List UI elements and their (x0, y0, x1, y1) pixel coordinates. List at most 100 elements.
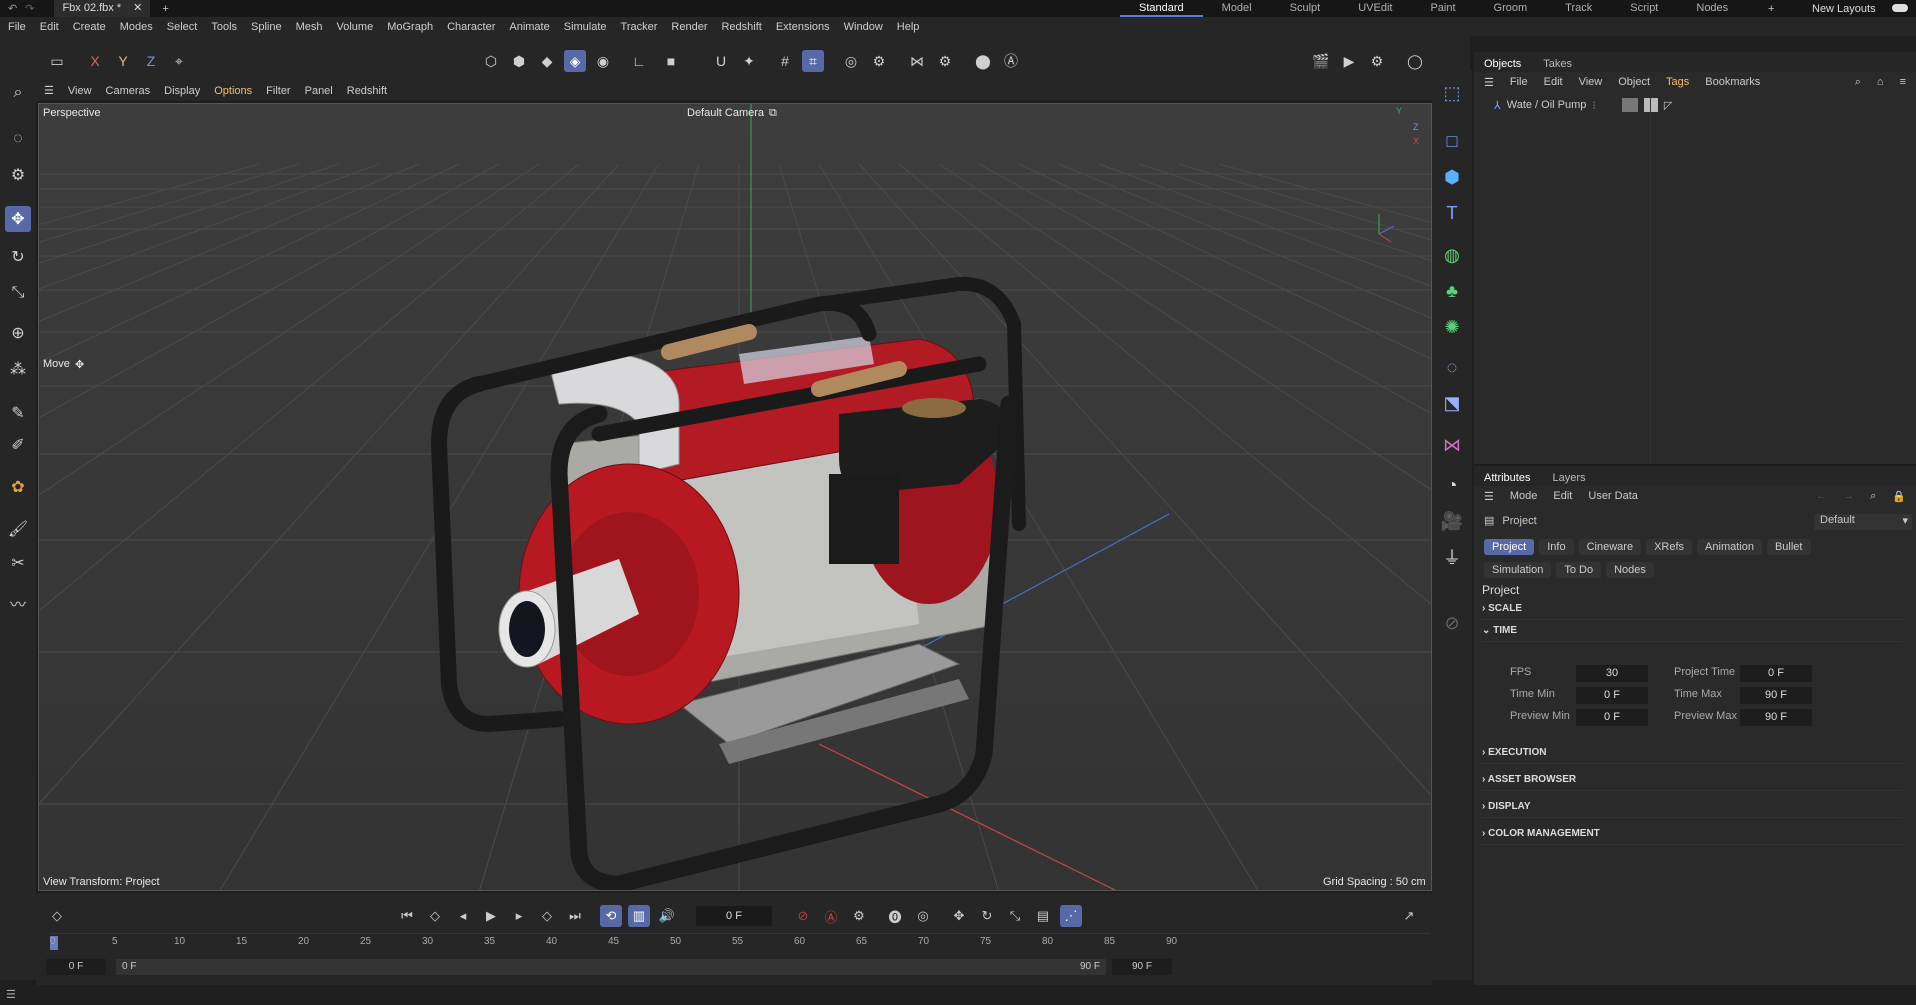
magnet-icon[interactable]: U (710, 50, 732, 72)
point-level-icon[interactable]: ⋰ (1060, 905, 1082, 927)
viewport-menu-filter[interactable]: Filter (266, 85, 290, 97)
auto-key-icon[interactable]: ▥ (628, 905, 650, 927)
section-scale[interactable]: › SCALE (1482, 598, 1902, 620)
new-layouts-label[interactable]: New Layouts (1812, 3, 1876, 15)
edges-mode-icon[interactable]: ⬢ (508, 50, 530, 72)
current-frame-field[interactable]: 0 F (696, 906, 772, 926)
section-time[interactable]: ⌄ TIME (1482, 620, 1902, 642)
objects-search-icon[interactable]: ⌕ (1855, 76, 1861, 89)
axis-z-button[interactable]: Z (140, 50, 162, 72)
preview-max-field[interactable]: 90 F (1740, 709, 1812, 726)
camera-icon[interactable]: 🎥 (1439, 508, 1465, 534)
camera-label[interactable]: Default Camera (687, 107, 764, 119)
snap-settings-icon[interactable]: ✦ (738, 50, 760, 72)
menu-file[interactable]: File (8, 21, 26, 33)
layout-tab-standard[interactable]: Standard (1120, 0, 1203, 17)
timeline-ruler[interactable]: 0 5 10 15 20 25 30 35 40 45 50 55 60 65 70 75 80 85 90 (50, 933, 1430, 957)
cursor-icon[interactable]: ⬚ (1439, 80, 1465, 106)
loop-icon[interactable]: ⟲ (600, 905, 622, 927)
polygons-mode-icon[interactable]: ◆ (536, 50, 558, 72)
layout-tab-model[interactable]: Model (1203, 0, 1271, 17)
go-to-start-icon[interactable]: ⏮ (396, 905, 418, 927)
menu-animate[interactable]: Animate (509, 21, 549, 33)
lock-icon[interactable]: ◎ (840, 50, 862, 72)
timeline-graph-icon[interactable]: ↗ (1398, 905, 1420, 927)
render-view-icon[interactable]: 🎬 (1310, 50, 1332, 72)
grid-icon[interactable]: # (774, 50, 796, 72)
menu-extensions[interactable]: Extensions (776, 21, 830, 33)
text-icon[interactable]: T (1439, 200, 1465, 226)
field-icon[interactable]: ⬔ (1439, 390, 1465, 416)
viewport-menu-view[interactable]: View (68, 85, 92, 97)
objects-menu-file[interactable]: File (1510, 76, 1528, 88)
uv-mode-icon[interactable]: ◉ (592, 50, 614, 72)
scale-tool-icon[interactable]: ⤡ (5, 280, 31, 306)
redshift-icon[interactable]: ◯ (1404, 50, 1426, 72)
attributes-lock-icon[interactable]: 🔒 (1892, 490, 1906, 503)
hair-tool-icon[interactable]: 〰 (5, 590, 31, 616)
menu-select[interactable]: Select (167, 21, 198, 33)
time-max-field[interactable]: 90 F (1740, 687, 1812, 704)
object-name[interactable]: Wate / Oil Pump (1507, 99, 1587, 111)
search-icon[interactable]: ⌕ (5, 80, 31, 106)
range-start-bar-label[interactable]: 0 F (116, 959, 1046, 975)
objects-menu-object[interactable]: Object (1618, 76, 1650, 88)
effector-icon[interactable]: ✺ (1439, 314, 1465, 340)
menu-help[interactable]: Help (897, 21, 920, 33)
axis-y-button[interactable]: Y (112, 50, 134, 72)
quantize-icon[interactable]: ⚙ (868, 50, 890, 72)
material-tag-icon[interactable] (1621, 98, 1638, 112)
toggle-icon[interactable] (1892, 4, 1908, 12)
select-settings-icon[interactable]: ⚙ (5, 162, 31, 188)
key-mode-icon[interactable]: ◎ (912, 905, 934, 927)
range-start-field[interactable]: 0 F (46, 959, 106, 975)
menu-create[interactable]: Create (73, 21, 106, 33)
next-key-icon[interactable]: ◇ (536, 905, 558, 927)
prev-frame-icon[interactable]: ◂ (452, 905, 474, 927)
auto-keying-icon[interactable]: Ⓐ (820, 905, 842, 927)
layout-tab-uvedit[interactable]: UVEdit (1339, 0, 1411, 17)
document-tab[interactable]: Fbx 02.fbx * ✕ (54, 0, 151, 17)
back-arrow-icon[interactable]: ← (1816, 490, 1827, 502)
attr-tab-animation[interactable]: Animation (1697, 539, 1762, 555)
visibility-dots-icon[interactable]: ⁝ (1592, 99, 1596, 112)
keyframe-icon[interactable]: ◇ (46, 905, 68, 927)
menu-tracker[interactable]: Tracker (621, 21, 658, 33)
tab-attributes[interactable]: Attributes (1484, 472, 1530, 484)
solo-icon[interactable]: ■ (660, 50, 682, 72)
object-row[interactable]: ⅄ Wate / Oil Pump ⁝ ◸ (1494, 98, 1672, 112)
object-mode-icon[interactable]: ▭ (46, 50, 68, 72)
points-mode-icon[interactable]: ⬡ (480, 50, 502, 72)
generator-icon[interactable]: ◍ (1439, 242, 1465, 268)
forward-arrow-icon[interactable]: → (1843, 490, 1854, 502)
add-layout-icon[interactable]: + (1768, 3, 1774, 15)
brush-icon[interactable]: 🖌 (5, 516, 31, 542)
motion-clip-icon[interactable]: ⓿ (884, 905, 906, 927)
record-icon[interactable]: ⊘ (792, 905, 814, 927)
phong-tag-icon[interactable]: ◸ (1664, 99, 1672, 112)
deformer-icon[interactable]: ◌ (1439, 354, 1465, 380)
layout-tab-sculpt[interactable]: Sculpt (1271, 0, 1340, 17)
objects-menu-icon[interactable]: ☰ (1484, 76, 1494, 89)
param-key-icon[interactable]: ▤ (1032, 905, 1054, 927)
viewport-menu-display[interactable]: Display (164, 85, 200, 97)
objects-menu-edit[interactable]: Edit (1544, 76, 1563, 88)
light-icon[interactable]: ⏚ (1439, 544, 1465, 570)
render-icon[interactable]: ▶ (1338, 50, 1360, 72)
menu-tools[interactable]: Tools (211, 21, 237, 33)
environment-icon[interactable]: ◔ (1439, 472, 1465, 498)
layout-tab-groom[interactable]: Groom (1475, 0, 1547, 17)
soft-selection-icon[interactable]: ⁂ (5, 356, 31, 382)
attr-tab-bullet[interactable]: Bullet (1766, 539, 1811, 555)
attributes-menu-mode[interactable]: Mode (1510, 490, 1538, 502)
viewport-menu-icon[interactable]: ☰ (44, 84, 54, 97)
knife-icon[interactable]: ✂ (5, 550, 31, 576)
attributes-menu-user-data[interactable]: User Data (1588, 490, 1638, 502)
attr-tab-to-do[interactable]: To Do (1556, 562, 1602, 578)
tab-objects[interactable]: Objects (1484, 58, 1521, 70)
workplane-icon[interactable]: ∟ (628, 50, 650, 72)
section-display[interactable]: › DISPLAY (1482, 796, 1902, 818)
menu-window[interactable]: Window (844, 21, 883, 33)
spline-tool-icon[interactable]: ✐ (5, 432, 31, 458)
cube-icon[interactable]: ⬢ (1439, 164, 1465, 190)
